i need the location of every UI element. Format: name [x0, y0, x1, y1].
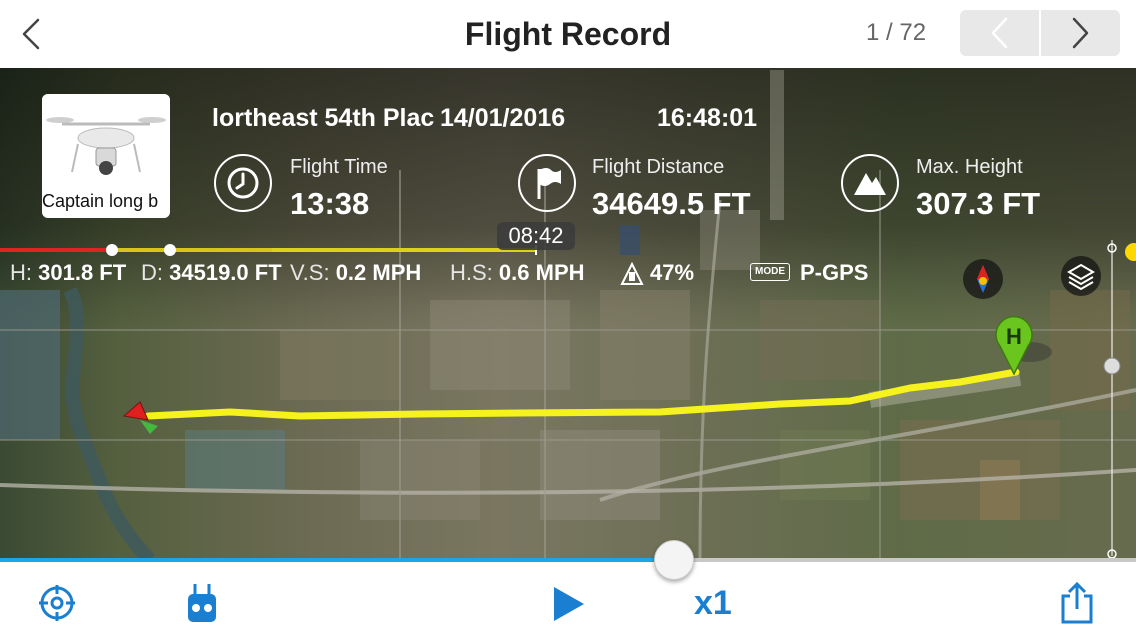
home-point-icon: H: [995, 316, 1052, 376]
remote-controller-button[interactable]: [186, 582, 218, 629]
telemetry-height: H: 301.8 FT: [10, 260, 126, 286]
compass-button[interactable]: [963, 259, 1003, 299]
telemetry-vertical-speed: V.S: 0.2 MPH: [290, 260, 421, 286]
telemetry-horizontal-speed: H.S: 0.6 MPH: [450, 260, 585, 286]
timeline-marker: [164, 244, 176, 256]
flight-time-label: Flight Time: [290, 156, 388, 178]
timeline-segment-red: [0, 248, 112, 252]
flight-time-value: 13:38: [290, 186, 370, 221]
telemetry-distance: D: 34519.0 FT: [141, 260, 282, 286]
map-layers-button[interactable]: [1061, 256, 1101, 296]
flight-location: lortheast 54th Plac: [212, 104, 435, 132]
timeline-time-bubble: 08:42: [497, 222, 575, 250]
aircraft-name: Captain long b: [42, 191, 159, 211]
flight-map[interactable]: H Captain long b lortheast 54th Plac 14/…: [0, 68, 1136, 558]
share-icon: [1061, 581, 1093, 624]
playback-progress-fill: [0, 558, 674, 562]
distance-label: D:: [141, 260, 163, 285]
next-record-button[interactable]: [1041, 10, 1120, 56]
vs-value: 0.2 MPH: [335, 260, 422, 285]
height-label: H:: [10, 260, 32, 285]
header-bar: Flight Record 1 / 72: [0, 0, 1136, 68]
timeline-segment-yellow-2: [272, 248, 536, 252]
playback-speed-button[interactable]: x1: [694, 584, 732, 623]
vs-label: V.S:: [290, 260, 330, 285]
timeline-segment-yellow: [112, 248, 272, 252]
aircraft-thumbnail[interactable]: Captain long b: [42, 94, 170, 218]
previous-record-button[interactable]: [960, 10, 1039, 56]
flight-path: [144, 368, 1020, 420]
share-button[interactable]: [1060, 581, 1094, 629]
telemetry-mode: P-GPS: [800, 260, 868, 286]
remote-controller-icon: [188, 584, 216, 622]
chevron-right-icon: [1072, 17, 1089, 49]
locate-button[interactable]: [38, 584, 76, 627]
battery-icon: [620, 262, 644, 285]
mountain-icon: [841, 154, 899, 212]
max-height-value: 307.3 FT: [916, 186, 1041, 221]
play-icon: [554, 587, 584, 621]
record-page-indicator: 1 / 72: [866, 19, 927, 46]
flight-distance-value: 34649.5 FT: [592, 186, 751, 221]
flight-mode-value: P-GPS: [800, 260, 869, 285]
height-value: 301.8 FT: [38, 260, 127, 285]
battery-value: 47%: [650, 260, 695, 285]
mode-badge: MODE: [750, 263, 790, 281]
clock-icon: [214, 154, 272, 212]
hs-label: H.S:: [450, 260, 493, 285]
compass-icon: [977, 265, 989, 293]
satellite-map-background: H: [0, 70, 1136, 558]
home-marker-letter: H: [1006, 324, 1022, 349]
distance-value: 34519.0 FT: [169, 260, 282, 285]
playback-scrubber-handle[interactable]: [654, 540, 694, 580]
flag-icon: [518, 154, 576, 212]
chevron-left-icon: [991, 17, 1008, 49]
back-button[interactable]: [14, 14, 50, 54]
record-nav-group: [960, 10, 1120, 56]
timeline-marker: [106, 244, 118, 256]
hs-value: 0.6 MPH: [498, 260, 585, 285]
flight-date: 14/01/2016: [440, 104, 566, 132]
play-button[interactable]: [552, 585, 586, 628]
flight-distance-label: Flight Distance: [592, 156, 725, 178]
flight-start-time: 16:48:01: [657, 104, 758, 132]
telemetry-battery: 47%: [650, 260, 694, 286]
layers-icon: [1067, 263, 1095, 291]
chevron-left-icon: [22, 18, 40, 50]
drone-icon: [42, 94, 170, 192]
crosshair-icon: [39, 585, 75, 621]
max-height-label: Max. Height: [916, 156, 1023, 178]
